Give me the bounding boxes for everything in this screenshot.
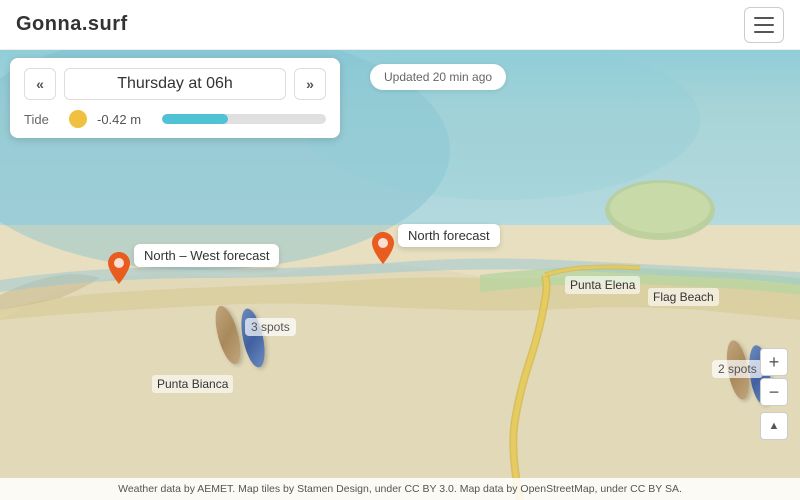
pin-northwest-label: North – West forecast xyxy=(134,244,279,267)
tide-bar-container xyxy=(162,114,326,124)
time-display: Thursday at 06h xyxy=(64,68,286,100)
pin-north-icon xyxy=(372,232,394,264)
time-panel: « Thursday at 06h » Tide -0.42 m xyxy=(10,58,340,138)
tide-label: Tide xyxy=(24,112,59,127)
location-punta-elena: Punta Elena xyxy=(565,276,640,294)
brand-logo: Gonna.surf xyxy=(16,13,128,36)
tide-bar-fill xyxy=(162,114,228,124)
surfboard-1 xyxy=(218,305,238,365)
update-text: Updated 20 min ago xyxy=(384,70,492,84)
tide-icon xyxy=(69,110,87,128)
spots-label-nw: 3 spots xyxy=(245,318,296,336)
location-flag-beach: Flag Beach xyxy=(648,288,719,306)
hamburger-button[interactable] xyxy=(744,7,784,43)
tide-value: -0.42 m xyxy=(97,112,152,127)
pin-northwest[interactable]: North – West forecast xyxy=(108,252,130,284)
navbar: Gonna.surf xyxy=(0,0,800,50)
next-time-button[interactable]: » xyxy=(294,68,326,100)
pin-northwest-icon xyxy=(108,252,130,284)
hamburger-line-1 xyxy=(754,17,774,19)
update-badge: Updated 20 min ago xyxy=(370,64,506,90)
hamburger-line-3 xyxy=(754,31,774,33)
pin-north[interactable]: North forecast xyxy=(372,232,394,264)
zoom-controls: + − ▲ xyxy=(760,348,788,440)
zoom-in-button[interactable]: + xyxy=(760,348,788,376)
spots-label-n: 2 spots xyxy=(712,360,763,378)
compass-icon: ▲ xyxy=(769,420,780,432)
attribution-text: Weather data by AEMET. Map tiles by Stam… xyxy=(118,483,682,495)
pin-north-label: North forecast xyxy=(398,224,500,247)
tide-row: Tide -0.42 m xyxy=(24,110,326,128)
attribution-bar: Weather data by AEMET. Map tiles by Stam… xyxy=(0,478,800,500)
hamburger-line-2 xyxy=(754,24,774,26)
surfboard-2 xyxy=(243,308,263,368)
compass-button[interactable]: ▲ xyxy=(760,412,788,440)
location-punta-bianca: Punta Bianca xyxy=(152,375,233,393)
prev-time-button[interactable]: « xyxy=(24,68,56,100)
time-control-row: « Thursday at 06h » xyxy=(24,68,326,100)
zoom-out-button[interactable]: − xyxy=(760,378,788,406)
